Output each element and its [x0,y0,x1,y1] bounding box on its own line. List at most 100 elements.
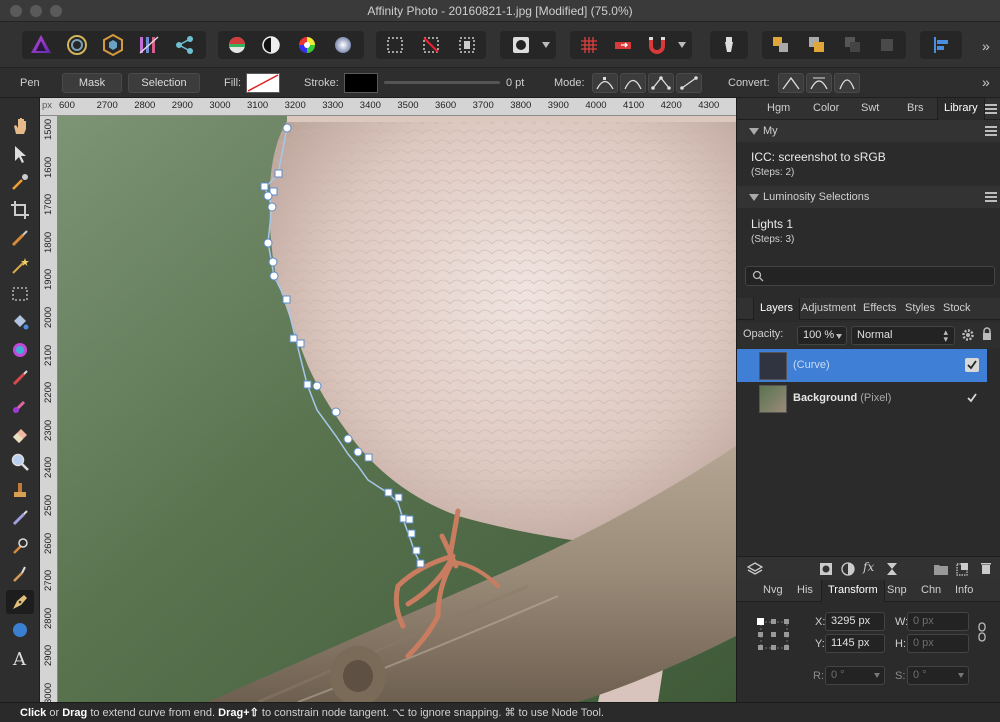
view-tool-hand-icon[interactable] [6,114,34,138]
new-pixel-layer-icon[interactable] [955,562,969,576]
shape-tool-icon[interactable] [6,618,34,642]
tab-snapping[interactable]: Snp [887,584,907,596]
blend-mode-select[interactable]: Normal ▴ ▾ [851,326,955,345]
section-menu-icon[interactable] [985,126,997,136]
export-persona-icon[interactable] [168,31,202,59]
liquify-persona-icon[interactable] [60,31,94,59]
tab-histogram[interactable]: Hgm [767,102,790,114]
layer-visibility-checkbox[interactable] [965,358,979,372]
tab-styles[interactable]: Styles [905,302,935,314]
tab-layers[interactable]: Layers [753,298,801,320]
deselect-icon[interactable] [414,31,448,59]
lock-icon[interactable] [981,327,993,341]
horizontal-ruler[interactable]: px 600 2700 2800 2900 3000 3100 3200 3300 3400 35… [40,98,736,116]
opacity-field[interactable]: 100 % [797,326,847,345]
mask-layer-icon[interactable] [819,562,833,576]
levels-icon[interactable] [254,31,288,59]
trash-icon[interactable] [979,561,993,575]
pen-mode-icon[interactable] [592,73,618,93]
anchor-point-selector[interactable] [757,618,791,652]
x-field[interactable]: 3295 px [825,612,885,631]
color-replacement-tool-icon[interactable] [6,394,34,418]
convert-smooth-icon[interactable] [806,73,832,93]
select-all-icon[interactable] [378,31,412,59]
context-overflow-icon[interactable]: » [982,74,990,90]
layer-row-background[interactable]: Background (Pixel) [737,382,987,415]
smart-mode-icon[interactable] [620,73,646,93]
tab-swatches[interactable]: Swt [861,102,879,114]
align-icon[interactable] [924,31,958,59]
line-mode-icon[interactable] [676,73,702,93]
pen-nib-icon[interactable] [712,31,746,59]
rotation-field[interactable]: 0 ° [825,666,885,685]
move-to-front-icon[interactable] [870,31,904,59]
grid-icon[interactable] [572,31,606,59]
snapping-magnet-icon[interactable] [640,31,674,59]
tab-info[interactable]: Info [955,584,973,596]
chevron-down-icon[interactable] [678,42,686,48]
library-macro-item[interactable]: ICC: screenshot to sRGB (Steps: 2) [751,150,886,178]
document-canvas[interactable] [58,116,736,702]
pen-tool-icon[interactable] [6,590,34,614]
quick-mask-icon[interactable] [504,31,538,59]
selection-brush-tool-icon[interactable] [6,226,34,250]
panel-menu-icon[interactable] [985,104,997,114]
clone-tool-icon[interactable] [6,478,34,502]
invert-selection-icon[interactable] [450,31,484,59]
color-wheel-icon[interactable] [220,31,254,59]
paint-brush-tool-icon[interactable] [6,366,34,390]
layers-stack-icon[interactable] [747,561,763,577]
tab-history[interactable]: His [797,584,813,596]
move-tool-icon[interactable] [6,142,34,166]
move-to-back-icon[interactable] [764,31,798,59]
develop-persona-icon[interactable] [96,31,130,59]
library-section-luminosity[interactable]: Luminosity Selections [737,186,1000,208]
dodge-tool-icon[interactable] [6,534,34,558]
zoom-tool-icon[interactable] [6,450,34,474]
fx-icon[interactable]: fx [863,560,874,574]
gradient-tool-icon[interactable] [6,338,34,362]
color-picker-tool-icon[interactable] [6,170,34,194]
eraser-tool-icon[interactable] [6,422,34,446]
white-balance-icon[interactable] [326,31,360,59]
crop-tool-icon[interactable] [6,198,34,222]
tab-channels[interactable]: Chn [921,584,941,596]
convert-sharp-icon[interactable] [778,73,804,93]
stroke-width-slider[interactable] [384,81,500,84]
stroke-width-value[interactable]: 0 pt [506,77,524,89]
assistant-icon[interactable] [606,31,640,59]
toolbar-overflow-icon[interactable]: » [982,38,990,54]
folder-icon[interactable] [933,562,949,576]
section-menu-icon[interactable] [985,192,997,202]
fill-tool-icon[interactable] [6,310,34,334]
move-back-one-icon[interactable] [800,31,834,59]
tab-color[interactable]: Color [813,102,839,114]
flood-select-tool-icon[interactable] [6,254,34,278]
library-macro-item[interactable]: Lights 1 (Steps: 3) [751,217,794,245]
tone-mapping-persona-icon[interactable] [132,31,166,59]
move-forward-one-icon[interactable] [836,31,870,59]
layer-row-curve[interactable]: (Curve) [737,349,987,382]
tab-navigator[interactable]: Nvg [763,584,783,596]
marquee-tool-icon[interactable] [6,282,34,306]
tab-library[interactable]: Library [937,98,985,120]
fill-swatch[interactable] [246,73,280,93]
text-tool-icon[interactable]: A [6,646,34,670]
convert-smart-icon[interactable] [834,73,860,93]
selection-button[interactable]: Selection [128,73,200,93]
tab-stock[interactable]: Stock [943,302,971,314]
library-section-my[interactable]: My [737,120,1000,142]
stroke-swatch[interactable] [344,73,378,93]
adjustment-layer-icon[interactable] [841,562,855,576]
height-field[interactable]: 0 px [907,634,969,653]
mask-button[interactable]: Mask [62,73,122,93]
photo-persona-icon[interactable] [24,31,58,59]
gear-icon[interactable] [961,328,975,342]
y-field[interactable]: 1145 px [825,634,885,653]
tab-brushes[interactable]: Brs [907,102,924,114]
tab-transform[interactable]: Transform [821,580,885,602]
chevron-down-icon[interactable] [542,42,550,48]
width-field[interactable]: 0 px [907,612,969,631]
hsl-icon[interactable] [290,31,324,59]
vertical-ruler[interactable]: 1500 1600 1700 1800 1900 2000 2100 2200 2300 2400… [40,116,58,702]
